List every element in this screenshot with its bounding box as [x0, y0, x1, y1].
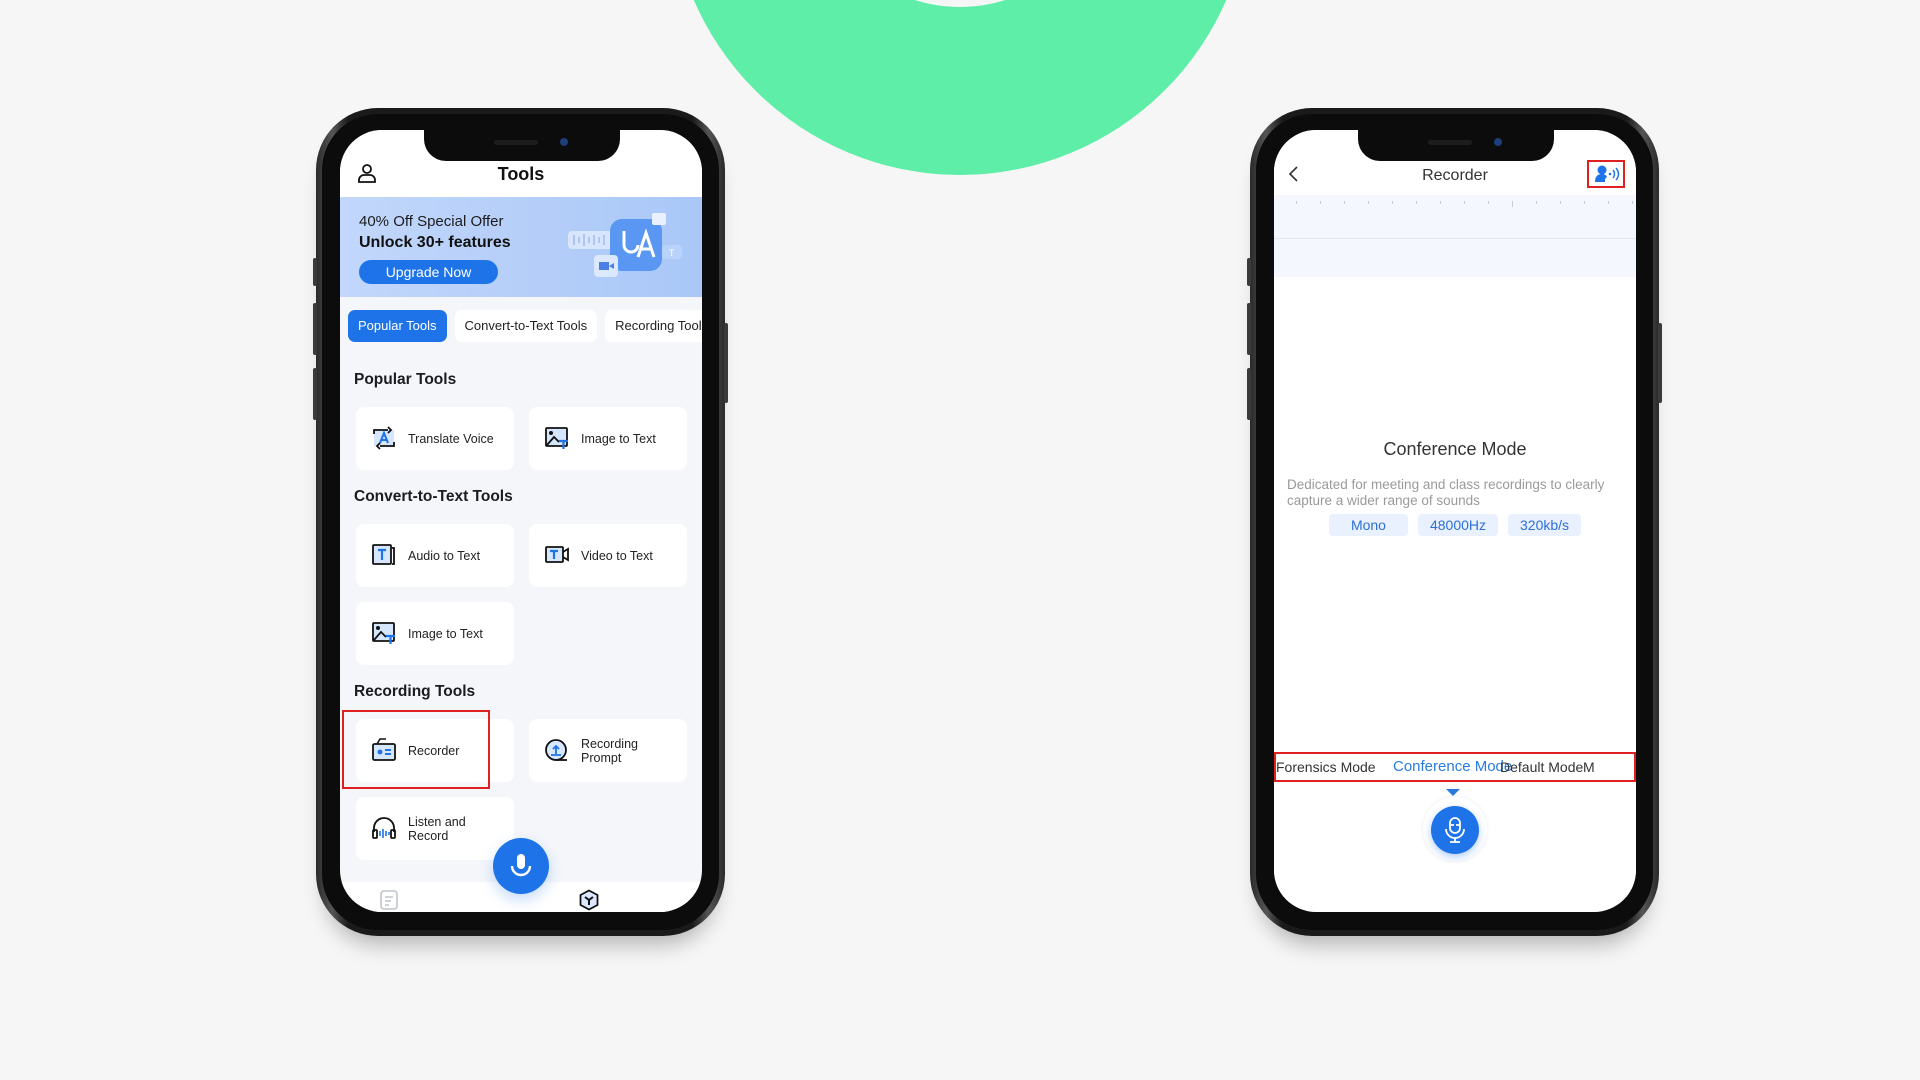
mode-option-next[interactable]: M	[1583, 759, 1595, 775]
upgrade-now-button[interactable]: Upgrade Now	[359, 260, 498, 284]
record-fab-button[interactable]	[493, 838, 549, 894]
ruler-tick	[1344, 201, 1345, 204]
mode-title: Conference Mode	[1383, 439, 1527, 459]
tool-card-image-to-text-2[interactable]: Image to Text	[356, 602, 514, 665]
mode-selector: Forensics Mode Conference Mode Default M…	[1274, 752, 1636, 782]
phone-side-button	[313, 303, 317, 355]
mode-option-default[interactable]: Default Mode	[1500, 759, 1583, 775]
decorative-green-ring	[670, 0, 1250, 175]
ruler-tick	[1584, 201, 1585, 204]
mode-specs: Mono 48000Hz 320kb/s	[1274, 514, 1636, 536]
tool-card-label: Video to Text	[581, 548, 653, 563]
ruler-tick	[1392, 201, 1393, 204]
phone-side-button	[313, 368, 317, 420]
ruler-tick	[1608, 201, 1609, 204]
ruler-tick	[1512, 201, 1513, 207]
ruler-tick	[1296, 201, 1297, 204]
mode-option-conference[interactable]: Conference Mode	[1393, 758, 1512, 775]
spec-sample-rate-badge: 48000Hz	[1417, 514, 1499, 536]
ruler-tick	[1416, 201, 1417, 204]
tool-card-label: Audio to Text	[408, 548, 481, 563]
phone-notch	[1358, 130, 1554, 161]
tool-card-label: Image to Text	[408, 626, 483, 641]
recorder-highlight-box	[342, 710, 490, 789]
tool-card-recording-prompt[interactable]: Recording Prompt	[529, 719, 687, 782]
category-tabs: Popular Tools Convert-to-Text Tools Record…	[348, 310, 702, 342]
tool-card-image-to-text[interactable]: Image to Text	[529, 407, 687, 470]
selected-mode-indicator	[1446, 789, 1460, 796]
promo-banner[interactable]: 40% Off Special Offer Unlock 30+ feature…	[340, 197, 702, 297]
section-heading-convert: Convert-to-Text Tools	[354, 488, 513, 505]
phone-notch	[424, 130, 620, 161]
image-text-icon	[545, 427, 568, 449]
microphone-icon	[510, 854, 532, 877]
speaker-voice-icon[interactable]	[1587, 160, 1625, 188]
tool-card-video-to-text[interactable]: Video to Text	[529, 524, 687, 587]
recorder-screen: Recorder Conference Mode Dedicated for m…	[1274, 130, 1636, 912]
tool-card-audio-to-text[interactable]: Audio to Text	[356, 524, 514, 587]
phone-tools: Tools 40% Off Special Offer Unlock 30+ f…	[313, 108, 728, 936]
audio-text-icon	[372, 544, 395, 565]
ruler-tick	[1536, 201, 1537, 204]
notes-icon[interactable]	[378, 889, 400, 911]
phone-side-button	[1658, 323, 1662, 403]
tool-card-label: Image to Text	[581, 431, 656, 446]
tab-convert-to-text-tools[interactable]: Convert-to-Text Tools	[454, 310, 598, 342]
tools-icon[interactable]	[578, 889, 600, 911]
phone-side-button	[313, 258, 317, 286]
phone-side-button	[1247, 368, 1251, 420]
phone-side-button	[1247, 258, 1251, 286]
section-heading-recording: Recording Tools	[354, 683, 476, 700]
banner-illustration-icon: T	[568, 213, 682, 277]
mode-description: Dedicated for meeting and class recordin…	[1287, 477, 1605, 508]
tool-card-listen-and-record[interactable]: Listen and Record	[356, 797, 514, 860]
tools-screen: Tools 40% Off Special Offer Unlock 30+ f…	[340, 130, 702, 912]
spec-bitrate-badge: 320kb/s	[1508, 514, 1582, 536]
spec-channel-badge: Mono	[1328, 514, 1408, 536]
phone-side-button	[1247, 303, 1251, 355]
translate-icon	[373, 426, 395, 450]
waveform-area	[1274, 239, 1636, 277]
tool-card-label: Translate Voice	[408, 431, 494, 446]
teleprompter-icon	[545, 739, 567, 761]
ruler-tick	[1560, 201, 1561, 204]
ruler-tick	[1632, 201, 1633, 204]
svg-text:T: T	[669, 248, 675, 258]
tool-card-translate-voice[interactable]: Translate Voice	[356, 407, 514, 470]
video-text-icon	[545, 546, 569, 563]
ruler-tick	[1440, 201, 1441, 204]
banner-headline: Unlock 30+ features	[359, 234, 511, 251]
phone-side-button	[724, 323, 728, 403]
phone-recorder: Recorder Conference Mode Dedicated for m…	[1247, 108, 1662, 936]
section-heading-popular: Popular Tools	[354, 371, 457, 388]
ruler-tick	[1488, 201, 1489, 204]
ruler-tick	[1320, 201, 1321, 204]
tab-popular-tools[interactable]: Popular Tools	[348, 310, 447, 342]
ruler-tick	[1464, 201, 1465, 204]
banner-offer-text: 40% Off Special Offer	[359, 213, 504, 230]
ruler-tick	[1368, 201, 1369, 204]
mode-option-forensics[interactable]: Forensics Mode	[1276, 759, 1376, 775]
headphones-icon	[372, 817, 396, 839]
image-text-icon	[372, 622, 395, 644]
recording-timeline-ruler	[1274, 195, 1636, 239]
tool-card-label: Recording Prompt	[581, 736, 638, 765]
tool-card-label: Listen and Record	[408, 814, 466, 843]
page-title: Tools	[497, 164, 545, 184]
page-title: Recorder	[1422, 167, 1488, 184]
microphone-icon	[1445, 817, 1465, 843]
start-recording-button[interactable]	[1431, 806, 1479, 854]
tab-recording-tools[interactable]: Recording Tools	[605, 310, 702, 342]
